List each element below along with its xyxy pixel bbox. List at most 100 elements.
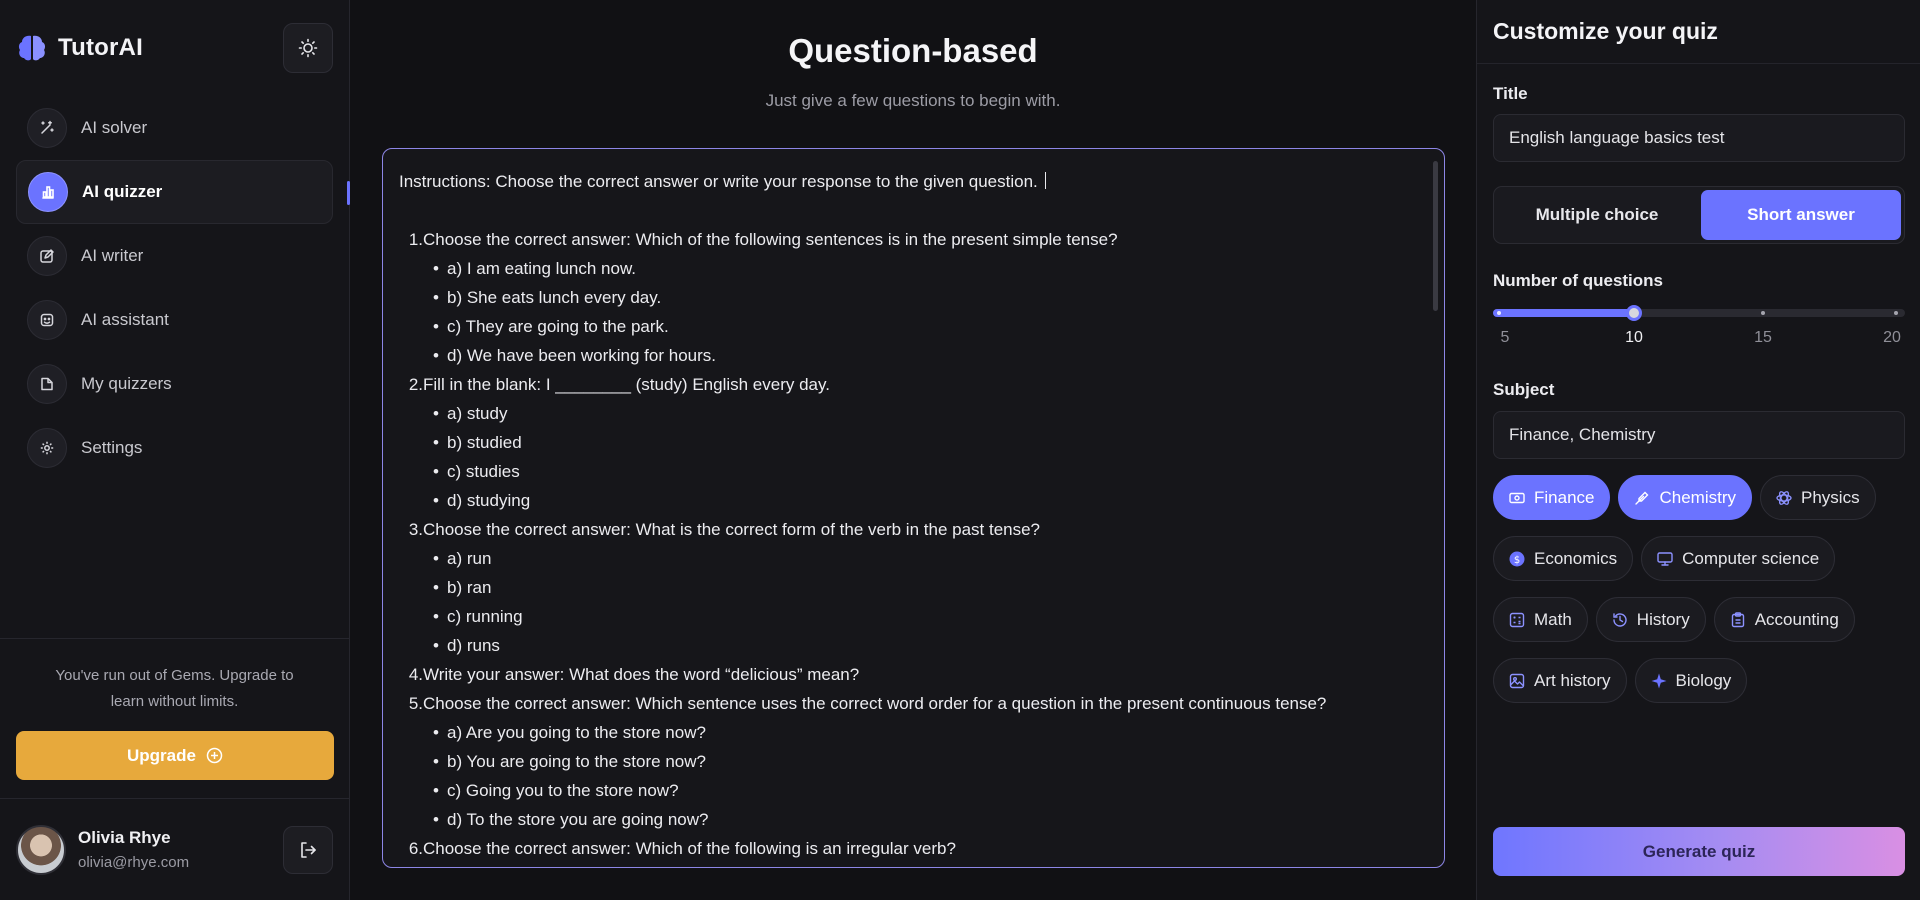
bullet: • — [433, 433, 439, 452]
bullet: • — [433, 781, 439, 800]
generate-quiz-button[interactable]: Generate quiz — [1493, 827, 1905, 876]
answer-option-text: b) studied — [447, 433, 522, 452]
subject-chip-computer-science[interactable]: Computer science — [1641, 536, 1836, 581]
answer-option-text: c) studies — [447, 462, 520, 481]
folder-icon — [27, 364, 67, 404]
question-text: Choose the correct answer: Which sentenc… — [423, 694, 1327, 713]
chip-label: Biology — [1675, 670, 1732, 690]
bullet: • — [433, 723, 439, 742]
slider-tick — [1894, 311, 1898, 315]
answer-option: • b) ran — [399, 573, 1428, 602]
sidebar-item-my-quizzers[interactable]: My quizzers — [16, 352, 333, 416]
chip-label: Chemistry — [1659, 487, 1736, 507]
sidebar-item-label: My quizzers — [81, 374, 172, 393]
subject-chips: Finance Chemistry Physics $ Economics Co… — [1493, 475, 1909, 711]
question-item: 1. Choose the correct answer: Which of th… — [399, 225, 1428, 254]
theme-toggle-button[interactable] — [283, 23, 333, 73]
bullet: • — [433, 752, 439, 771]
bullet: • — [433, 404, 439, 423]
chip-label: Math — [1534, 609, 1572, 629]
coin-icon: $ — [1508, 550, 1526, 568]
question-number: 4. — [408, 665, 423, 684]
answer-option: • a) Are you going to the store now? — [399, 718, 1428, 747]
slider-thumb[interactable] — [1626, 305, 1642, 321]
app-root: TutorAI AI solver AI quizzer AI writer A… — [0, 0, 1920, 900]
subject-chip-history[interactable]: History — [1595, 597, 1706, 642]
editor-instructions: Instructions: Choose the correct answer … — [399, 167, 1428, 196]
answer-option: • b) She eats lunch every day. — [399, 283, 1428, 312]
question-item: 2. Fill in the blank: I ________ (study) … — [399, 370, 1428, 399]
quiz-title-value: English language basics test — [1509, 128, 1725, 147]
sidebar-item-ai-writer[interactable]: AI writer — [16, 224, 333, 288]
atom-icon — [1775, 489, 1793, 507]
bullet: • — [433, 317, 439, 336]
panel-header: Customize your quiz — [1477, 0, 1920, 64]
subject-input[interactable]: Finance, Chemistry — [1493, 411, 1905, 459]
answer-option: • a) I am eating lunch now. — [399, 254, 1428, 283]
sidebar-item-label: Settings — [81, 438, 143, 457]
quiz-title-input[interactable]: English language basics test — [1493, 114, 1905, 162]
subject-chip-math[interactable]: Math — [1493, 597, 1588, 642]
sidebar-item-label: AI solver — [81, 118, 148, 137]
bullet: • — [433, 607, 439, 626]
brain-icon — [18, 35, 46, 61]
avatar[interactable] — [16, 824, 66, 875]
answer-option: • a) run — [399, 544, 1428, 573]
brand[interactable]: TutorAI — [16, 32, 143, 64]
answer-option: • d) studying — [399, 486, 1428, 515]
bullet: • — [433, 810, 439, 829]
sidebar-item-ai-solver[interactable]: AI solver — [16, 96, 333, 160]
answer-option-text: a) I am eating lunch now. — [447, 259, 637, 278]
edit-icon — [27, 236, 67, 276]
sidebar-item-settings[interactable]: Settings — [16, 416, 333, 480]
answer-option-text: d) studying — [447, 491, 531, 510]
subject-chip-chemistry[interactable]: Chemistry — [1618, 475, 1752, 520]
image-icon — [1508, 672, 1526, 690]
question-text: Write your answer: What does the word “d… — [423, 665, 860, 684]
slider-labels: 5 10 15 20 — [1493, 329, 1905, 349]
answer-option-text: d) We have been working for hours. — [447, 346, 716, 365]
sidebar: TutorAI AI solver AI quizzer AI writer A… — [0, 0, 350, 900]
slider-label: 10 — [1625, 329, 1643, 346]
gear-icon — [27, 428, 67, 468]
answer-option-text: d) To the store you are going now? — [447, 810, 709, 829]
question-number: 1. — [408, 230, 423, 249]
brand-row: TutorAI — [0, 0, 349, 96]
slider-label: 15 — [1754, 329, 1772, 346]
subject-chip-accounting[interactable]: Accounting — [1713, 597, 1855, 642]
question-number: 5. — [408, 694, 423, 713]
subject-chip-physics[interactable]: Physics — [1760, 475, 1876, 520]
subject-chip-biology[interactable]: Biology — [1634, 658, 1748, 703]
subject-chip-finance[interactable]: Finance — [1493, 475, 1611, 520]
subject-chip-economics[interactable]: $ Economics — [1493, 536, 1634, 581]
questions-editor[interactable]: Instructions: Choose the correct answer … — [382, 148, 1445, 868]
multiple-choice-button[interactable]: Multiple choice — [1497, 190, 1697, 240]
sidebar-item-label: AI assistant — [81, 310, 169, 329]
answer-option: • b) studied — [399, 428, 1428, 457]
title-label: Title — [1493, 84, 1528, 103]
user-name: Olivia Rhye — [78, 828, 171, 847]
bar-chart-icon — [28, 172, 68, 212]
user-info: Olivia Rhye olivia@rhye.com — [78, 828, 271, 871]
question-number: 3. — [408, 520, 423, 539]
sparkle-icon — [1650, 672, 1668, 690]
question-item: 5. Choose the correct answer: Which sente… — [399, 689, 1428, 718]
calculator-icon — [1508, 611, 1526, 629]
upgrade-button[interactable]: Upgrade — [16, 731, 334, 780]
sidebar-item-ai-assistant[interactable]: AI assistant — [16, 288, 333, 352]
short-answer-button[interactable]: Short answer — [1701, 190, 1901, 240]
subject-chip-art-history[interactable]: Art history — [1493, 658, 1627, 703]
answer-option-text: b) You are going to the store now? — [447, 752, 706, 771]
user-email: olivia@rhye.com — [78, 854, 190, 871]
sidebar-item-ai-quizzer[interactable]: AI quizzer — [16, 160, 350, 224]
svg-text:$: $ — [1514, 555, 1520, 566]
answer-option-text: b) ran — [447, 578, 492, 597]
logout-button[interactable] — [283, 825, 333, 874]
number-of-questions-slider[interactable] — [1493, 305, 1905, 321]
brand-name: TutorAI — [58, 34, 143, 61]
subject-value: Finance, Chemistry — [1509, 425, 1656, 444]
question-item: 3. Choose the correct answer: What is the… — [399, 515, 1428, 544]
bullet: • — [433, 578, 439, 597]
bullet: • — [433, 259, 439, 278]
editor-scrollbar[interactable] — [1433, 161, 1438, 311]
